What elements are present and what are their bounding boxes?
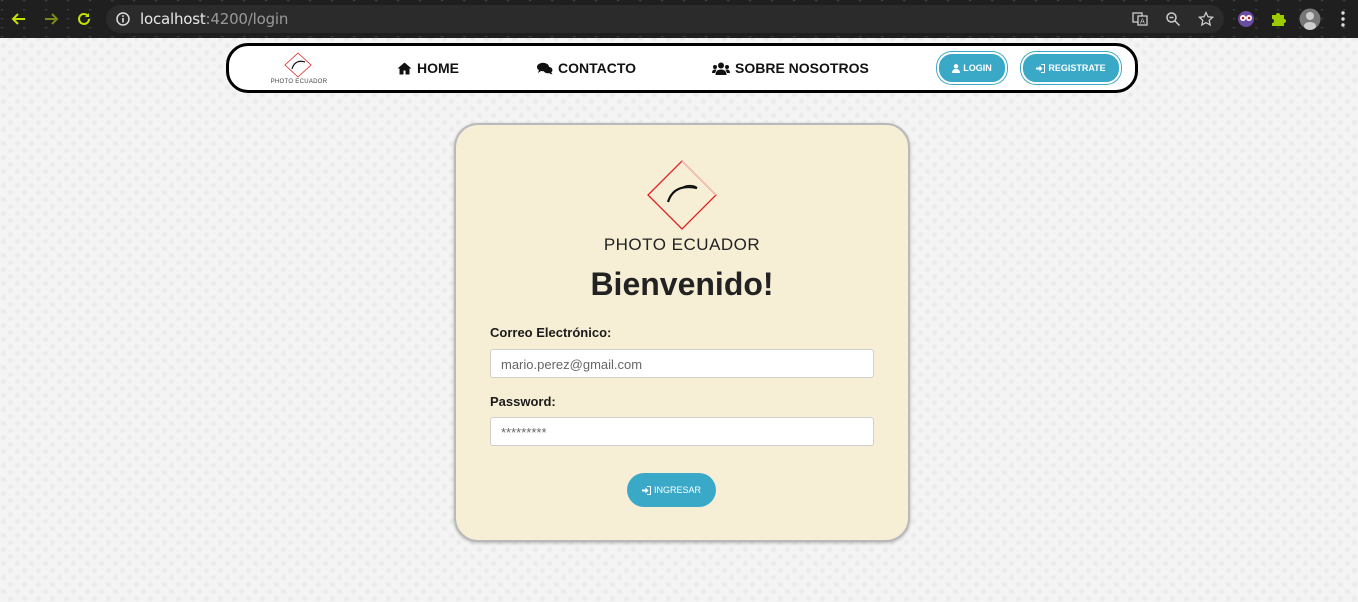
sign-in-icon xyxy=(1036,63,1046,73)
login-card: PHOTO ECUADOR Bienvenido! Correo Electró… xyxy=(454,123,910,542)
users-icon xyxy=(712,62,730,75)
url-path: :4200/login xyxy=(205,10,289,28)
brand-text: PHOTO ECUADOR xyxy=(270,79,328,85)
ingresar-button-label: INGRESAR xyxy=(653,485,701,495)
browser-toolbar: localhost:4200/login A xyxy=(0,0,1358,38)
email-field[interactable]: mario.perez@gmail.com xyxy=(490,349,874,378)
photo-ecuador-logo xyxy=(647,160,717,230)
svg-text:A: A xyxy=(1140,18,1145,26)
ingresar-button[interactable]: INGRESAR xyxy=(627,473,716,507)
translate-icon[interactable]: A xyxy=(1132,11,1148,27)
url-host: localhost xyxy=(140,10,206,28)
nav-home-label: HOME xyxy=(417,60,459,76)
extension-owl-icon[interactable] xyxy=(1236,9,1256,29)
register-button[interactable]: REGISTRATE xyxy=(1021,52,1121,84)
comments-icon xyxy=(537,62,553,74)
nav-sobre-nosotros[interactable]: SOBRE NOSOTROS xyxy=(712,60,869,76)
address-bar[interactable]: localhost:4200/login A xyxy=(106,5,1224,33)
welcome-heading: Bienvenido! xyxy=(590,266,774,302)
forward-icon[interactable] xyxy=(40,8,62,30)
nav-contacto[interactable]: CONTACTO xyxy=(537,60,636,76)
profile-avatar[interactable] xyxy=(1299,8,1321,30)
login-button[interactable]: LOGIN xyxy=(937,52,1007,84)
nav-sobre-nosotros-label: SOBRE NOSOTROS xyxy=(735,60,869,76)
user-icon xyxy=(952,63,961,73)
home-icon xyxy=(397,62,412,74)
password-field[interactable]: ********* xyxy=(490,417,874,446)
extensions-puzzle-icon[interactable] xyxy=(1268,9,1288,29)
password-label: Password: xyxy=(490,394,556,409)
nav-home[interactable]: HOME xyxy=(397,60,459,76)
email-label: Correo Electrónico: xyxy=(490,325,612,340)
url-text: localhost:4200/login xyxy=(140,10,288,28)
register-button-label: REGISTRATE xyxy=(1048,63,1106,73)
info-icon[interactable] xyxy=(116,12,130,31)
login-button-label: LOGIN xyxy=(963,63,992,73)
bookmark-star-icon[interactable] xyxy=(1197,10,1215,27)
navbar: PHOTO ECUADOR HOME CONTACTO SOBRE NOSOTR… xyxy=(226,43,1138,93)
reload-icon[interactable] xyxy=(73,8,95,30)
menu-dots-icon[interactable] xyxy=(1333,9,1353,29)
brand-logo[interactable]: PHOTO ECUADOR xyxy=(269,51,327,87)
logo-text: PHOTO ECUADOR xyxy=(603,235,761,254)
brand-logo-icon xyxy=(284,52,312,78)
sign-in-icon xyxy=(641,485,651,495)
nav-contacto-label: CONTACTO xyxy=(558,60,637,76)
back-icon[interactable] xyxy=(8,8,30,30)
zoom-icon[interactable] xyxy=(1165,11,1181,27)
